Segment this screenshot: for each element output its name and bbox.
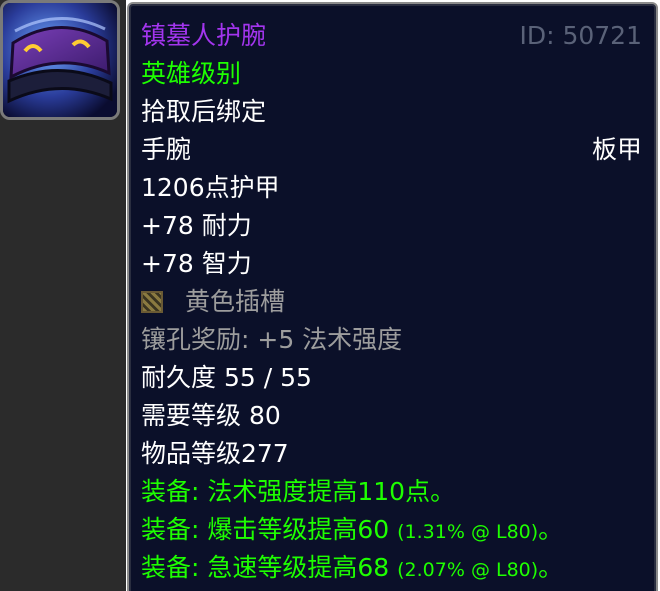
equip-effect-3: 装备: 急速等级提高68 (2.07% @ L80)。	[141, 553, 563, 585]
equip-effect-3-end: 。	[538, 553, 564, 582]
item-quality: 英雄级别	[141, 59, 242, 88]
item-tooltip: 镇墓人护腕 ID: 50721 英雄级别 拾取后绑定 手腕 板甲 1206点护甲…	[127, 2, 658, 591]
equip-effect-3-main: 装备: 急速等级提高68	[141, 553, 390, 582]
stat-stamina: +78 耐力	[141, 211, 252, 240]
socket-label: 黄色插槽	[185, 287, 286, 316]
equip-effect-2: 装备: 爆击等级提高60 (1.31% @ L80)。	[141, 515, 563, 547]
equip-effect-2-end: 。	[538, 515, 564, 544]
socket-line: 黄色插槽	[141, 287, 285, 317]
durability: 耐久度 55 / 55	[141, 363, 312, 392]
item-slot: 手腕	[141, 135, 192, 164]
item-armor: 1206点护甲	[141, 173, 280, 202]
equip-effect-2-detail: (1.31% @ L80)	[397, 521, 539, 543]
item-id: ID: 50721	[519, 21, 642, 50]
item-level: 物品等级277	[141, 439, 289, 468]
item-armor-type: 板甲	[591, 135, 642, 164]
equip-effect-2-main: 装备: 爆击等级提高60	[141, 515, 390, 544]
equip-effect-1: 装备: 法术强度提高110点。	[141, 477, 456, 506]
yellow-socket-icon	[141, 291, 163, 313]
plate-bracer-icon[interactable]	[0, 0, 120, 120]
equip-effect-3-detail: (2.07% @ L80)	[397, 559, 539, 581]
item-binding: 拾取后绑定	[141, 97, 267, 126]
item-name[interactable]: 镇墓人护腕	[141, 21, 266, 51]
socket-bonus: 镶孔奖励: +5 法术强度	[141, 325, 403, 354]
required-level: 需要等级 80	[141, 401, 281, 430]
stat-intellect: +78 智力	[141, 249, 252, 278]
